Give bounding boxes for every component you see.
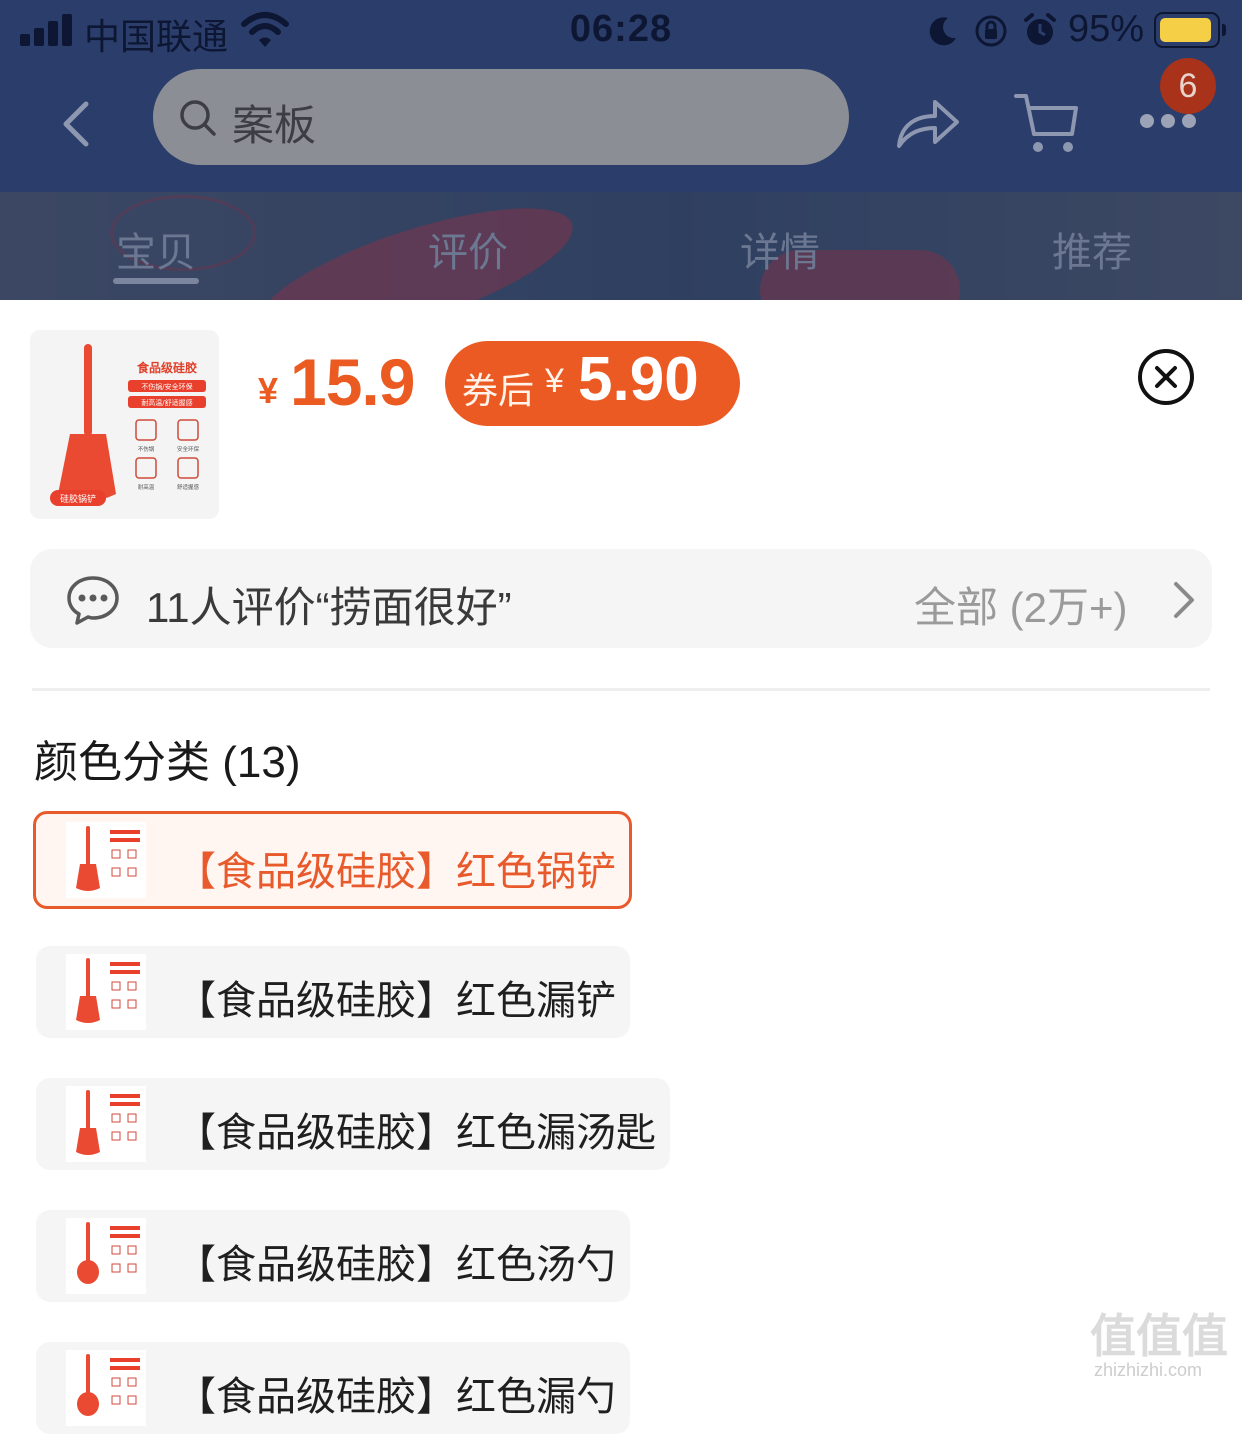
price-currency: ¥ (258, 370, 279, 411)
rotation-lock-icon (975, 15, 1007, 47)
thumb-feat2: 安全环保 (177, 445, 200, 453)
active-tab-indicator (113, 278, 199, 284)
color-category-title: 颜色分类 (13) (34, 738, 301, 787)
color-option[interactable]: 【食品级硅胶】红色锅铲 (33, 811, 632, 909)
spatula-image: 硅胶锅铲 食品级硅胶 不伤锅/安全环保 耐高温/舒适握感 不伤锅 安全环保 耐高… (50, 344, 206, 506)
close-button[interactable] (1138, 349, 1194, 405)
close-icon (1155, 366, 1177, 388)
cart-icon[interactable] (1012, 90, 1080, 156)
alarm-icon (1024, 13, 1056, 45)
thumb-feat1: 不伤锅 (138, 445, 155, 453)
search-icon (180, 100, 216, 136)
chat-bubble-icon (67, 576, 119, 625)
tab-baobei[interactable]: 宝贝 (76, 220, 236, 278)
search-query-text: 案板 (232, 102, 317, 149)
tab-recommend[interactable]: 推荐 (1012, 220, 1172, 278)
spatula-thumbnail (66, 822, 146, 898)
thumb-feat3: 耐高温 (138, 483, 155, 491)
battery-percent: 95% (1068, 8, 1145, 50)
share-icon[interactable] (895, 90, 961, 154)
color-option-label: 【食品级硅胶】红色汤勺 (176, 1243, 616, 1287)
chevron-right-icon (1174, 582, 1194, 618)
color-option-label: 【食品级硅胶】红色漏勺 (176, 1375, 616, 1419)
watermark-url: zhizhizhi.com (1094, 1360, 1203, 1380)
watermark-logo: 值值值 (1090, 1310, 1228, 1362)
color-option-label: 【食品级硅胶】红色锅铲 (176, 850, 616, 894)
thumb-title: 食品级硅胶 (136, 360, 197, 375)
color-option[interactable]: 【食品级硅胶】红色漏勺 (36, 1342, 630, 1434)
back-icon[interactable] (52, 96, 102, 152)
coupon-currency: ¥ (545, 362, 564, 400)
tab-reviews[interactable]: 评价 (388, 220, 548, 278)
thumb-line2: 耐高温/舒适握感 (141, 398, 192, 407)
color-option[interactable]: 【食品级硅胶】红色漏铲 (36, 946, 630, 1038)
product-price: 15.9 (290, 345, 415, 419)
thumb-feat4: 舒适握感 (177, 483, 200, 491)
divider (32, 688, 1210, 691)
thumb-tag: 硅胶锅铲 (60, 493, 96, 505)
color-option-label: 【食品级硅胶】红色漏汤匙 (176, 1111, 656, 1155)
color-option[interactable]: 【食品级硅胶】红色漏汤匙 (36, 1078, 670, 1170)
battery-tip (1222, 24, 1226, 36)
review-count-link[interactable]: 全部 (2万+) (914, 574, 1128, 635)
thumb-line1: 不伤锅/安全环保 (141, 382, 192, 391)
review-highlight-text: 11人评价“捞面很好” (146, 584, 512, 631)
slotted-spoon-thumbnail (66, 1086, 146, 1162)
ladle-thumbnail (66, 1218, 146, 1294)
color-option-label: 【食品级硅胶】红色漏铲 (176, 979, 616, 1023)
color-option[interactable]: 【食品级硅胶】红色汤勺 (36, 1210, 630, 1302)
skimmer-thumbnail (66, 1350, 146, 1426)
battery-icon (1154, 12, 1220, 48)
coupon-price: 5.90 (578, 345, 699, 414)
battery-level-fill (1160, 18, 1211, 42)
product-thumbnail: 硅胶锅铲 食品级硅胶 不伤锅/安全环保 耐高温/舒适握感 不伤锅 安全环保 耐高… (30, 330, 219, 519)
slotted-spatula-thumbnail (66, 954, 146, 1030)
tab-details[interactable]: 详情 (700, 220, 860, 278)
coupon-label: 券后 (462, 370, 535, 411)
moon-icon (929, 17, 956, 46)
cart-count-badge: 6 (1160, 58, 1216, 114)
